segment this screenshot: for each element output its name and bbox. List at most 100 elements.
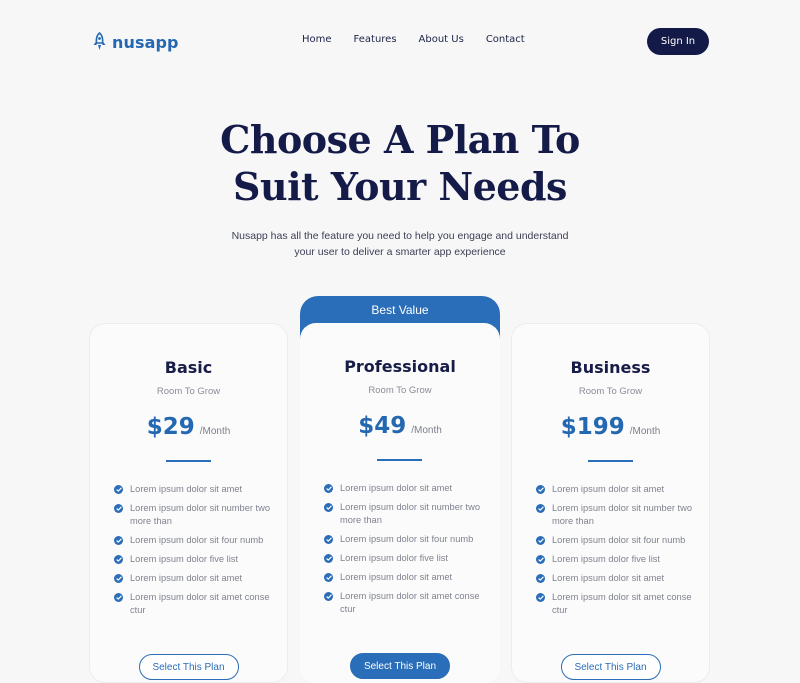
feature-text: Lorem ipsum dolor five list (340, 553, 448, 563)
feature-text: Lorem ipsum dolor sit amet conse ctur (130, 592, 270, 615)
nav-home[interactable]: Home (302, 34, 332, 45)
feature-text: Lorem ipsum dolor sit amet (552, 484, 665, 494)
main-nav: Home Features About Us Contact (302, 34, 547, 45)
feature-text: Lorem ipsum dolor sit four numb (130, 535, 264, 545)
plan-price: $199/Month (512, 414, 709, 440)
check-circle-icon (114, 593, 123, 602)
feature-text: Lorem ipsum dolor sit amet (340, 572, 453, 582)
price-amount: $29 (146, 414, 195, 440)
divider (377, 459, 422, 461)
page-subtitle-line-1: Nusapp has all the feature you need to h… (231, 230, 569, 242)
plan-body: Professional Room To Grow $49/Month Lorem i… (300, 323, 500, 683)
feature-item: Lorem ipsum dolor five list (536, 553, 706, 566)
feature-text: Lorem ipsum dolor sit amet (552, 573, 665, 583)
feature-text: Lorem ipsum dolor sit number two more th… (552, 503, 693, 526)
feature-item: Lorem ipsum dolor sit amet (324, 571, 494, 584)
feature-item: Lorem ipsum dolor sit amet (324, 482, 494, 495)
page-title-line-2: Suit Your Needs (233, 164, 567, 209)
nav-features[interactable]: Features (354, 34, 397, 45)
page-title-line-1: Choose A Plan To (220, 117, 580, 162)
nav-about-us[interactable]: About Us (419, 34, 464, 45)
feature-text: Lorem ipsum dolor five list (552, 554, 660, 564)
feature-text: Lorem ipsum dolor five list (130, 554, 238, 564)
check-circle-icon (324, 503, 333, 512)
plan-body: Basic Room To Grow $29/Month Lorem ipsum do… (90, 324, 287, 682)
page-title: Choose A Plan To Suit Your Needs (0, 116, 800, 210)
plan-card-professional: Best Value Professional Room To Grow $49/M… (300, 296, 500, 683)
plan-card-basic: Basic Room To Grow $29/Month Lorem ipsum do… (89, 323, 288, 683)
plan-price: $29/Month (90, 414, 287, 440)
feature-list: Lorem ipsum dolor sit amet Lorem ipsum do… (324, 482, 494, 622)
divider (587, 460, 633, 462)
feature-list: Lorem ipsum dolor sit amet Lorem ipsum do… (536, 483, 706, 623)
check-circle-icon (536, 536, 545, 545)
feature-item: Lorem ipsum dolor sit number two more th… (324, 501, 494, 527)
sign-in-button[interactable]: Sign In (647, 28, 709, 55)
check-circle-icon (324, 535, 333, 544)
check-circle-icon (114, 574, 123, 583)
plan-tagline: Room To Grow (578, 386, 643, 397)
page-subtitle: Nusapp has all the feature you need to h… (0, 229, 800, 260)
check-circle-icon (324, 484, 333, 493)
feature-text: Lorem ipsum dolor sit amet (130, 573, 243, 583)
divider (165, 460, 211, 462)
check-circle-icon (536, 555, 545, 564)
plan-name: Business (570, 358, 651, 377)
nav-contact[interactable]: Contact (486, 34, 525, 45)
price-period: /Month (199, 426, 231, 437)
select-plan-button[interactable]: Select This Plan (560, 654, 661, 680)
feature-item: Lorem ipsum dolor sit amet (536, 483, 706, 496)
plan-card-business: Business Room To Grow $199/Month Lorem ipsu… (511, 323, 710, 683)
feature-item: Lorem ipsum dolor five list (114, 553, 284, 566)
feature-text: Lorem ipsum dolor sit amet conse ctur (340, 591, 480, 614)
feature-text: Lorem ipsum dolor sit number two more th… (130, 503, 271, 526)
brand-logo[interactable]: nusapp (92, 30, 179, 54)
plan-tagline: Room To Grow (368, 385, 432, 396)
price-period: /Month (411, 425, 442, 436)
feature-item: Lorem ipsum dolor sit number two more th… (536, 502, 706, 528)
plan-card-inner: Professional Room To Grow $49/Month Lorem i… (300, 323, 500, 683)
feature-item: Lorem ipsum dolor sit amet conse ctur (324, 590, 494, 616)
check-circle-icon (536, 574, 545, 583)
plan-tagline: Room To Grow (156, 386, 221, 397)
feature-text: Lorem ipsum dolor sit four numb (552, 535, 686, 545)
feature-text: Lorem ipsum dolor sit amet (130, 484, 243, 494)
feature-item: Lorem ipsum dolor sit amet conse ctur (536, 591, 706, 617)
check-circle-icon (536, 485, 545, 494)
check-circle-icon (114, 485, 123, 494)
plan-body: Business Room To Grow $199/Month Lorem ipsu… (512, 324, 709, 682)
feature-item: Lorem ipsum dolor sit four numb (324, 533, 494, 546)
feature-item: Lorem ipsum dolor sit number two more th… (114, 502, 284, 528)
plan-name: Basic (164, 358, 213, 377)
plan-name: Professional (344, 357, 456, 376)
check-circle-icon (114, 555, 123, 564)
plan-price: $49/Month (300, 413, 500, 439)
best-value-badge: Best Value (371, 303, 429, 317)
brand-name: nusapp (112, 32, 179, 52)
feature-item: Lorem ipsum dolor sit four numb (536, 534, 706, 547)
feature-list: Lorem ipsum dolor sit amet Lorem ipsum do… (114, 483, 284, 623)
feature-text: Lorem ipsum dolor sit amet conse ctur (552, 592, 692, 615)
feature-item: Lorem ipsum dolor sit amet (114, 572, 284, 585)
feature-item: Lorem ipsum dolor sit amet (114, 483, 284, 496)
check-circle-icon (536, 504, 545, 513)
check-circle-icon (324, 573, 333, 582)
check-circle-icon (324, 554, 333, 563)
price-amount: $49 (358, 413, 407, 439)
feature-item: Lorem ipsum dolor five list (324, 552, 494, 565)
select-plan-button[interactable]: Select This Plan (138, 654, 239, 680)
feature-text: Lorem ipsum dolor sit four numb (340, 534, 474, 544)
check-circle-icon (536, 593, 545, 602)
navbar: nusapp Home Features About Us Contact Si… (0, 0, 800, 84)
page-subtitle-line-2: your user to deliver a smarter app exper… (294, 245, 506, 258)
feature-item: Lorem ipsum dolor sit four numb (114, 534, 284, 547)
select-plan-button[interactable]: Select This Plan (350, 653, 450, 679)
feature-item: Lorem ipsum dolor sit amet conse ctur (114, 591, 284, 617)
check-circle-icon (114, 536, 123, 545)
check-circle-icon (324, 592, 333, 601)
check-circle-icon (114, 504, 123, 513)
price-amount: $199 (560, 414, 625, 440)
feature-text: Lorem ipsum dolor sit amet (340, 483, 453, 493)
rocket-icon (93, 32, 106, 50)
feature-text: Lorem ipsum dolor sit number two more th… (340, 502, 481, 525)
